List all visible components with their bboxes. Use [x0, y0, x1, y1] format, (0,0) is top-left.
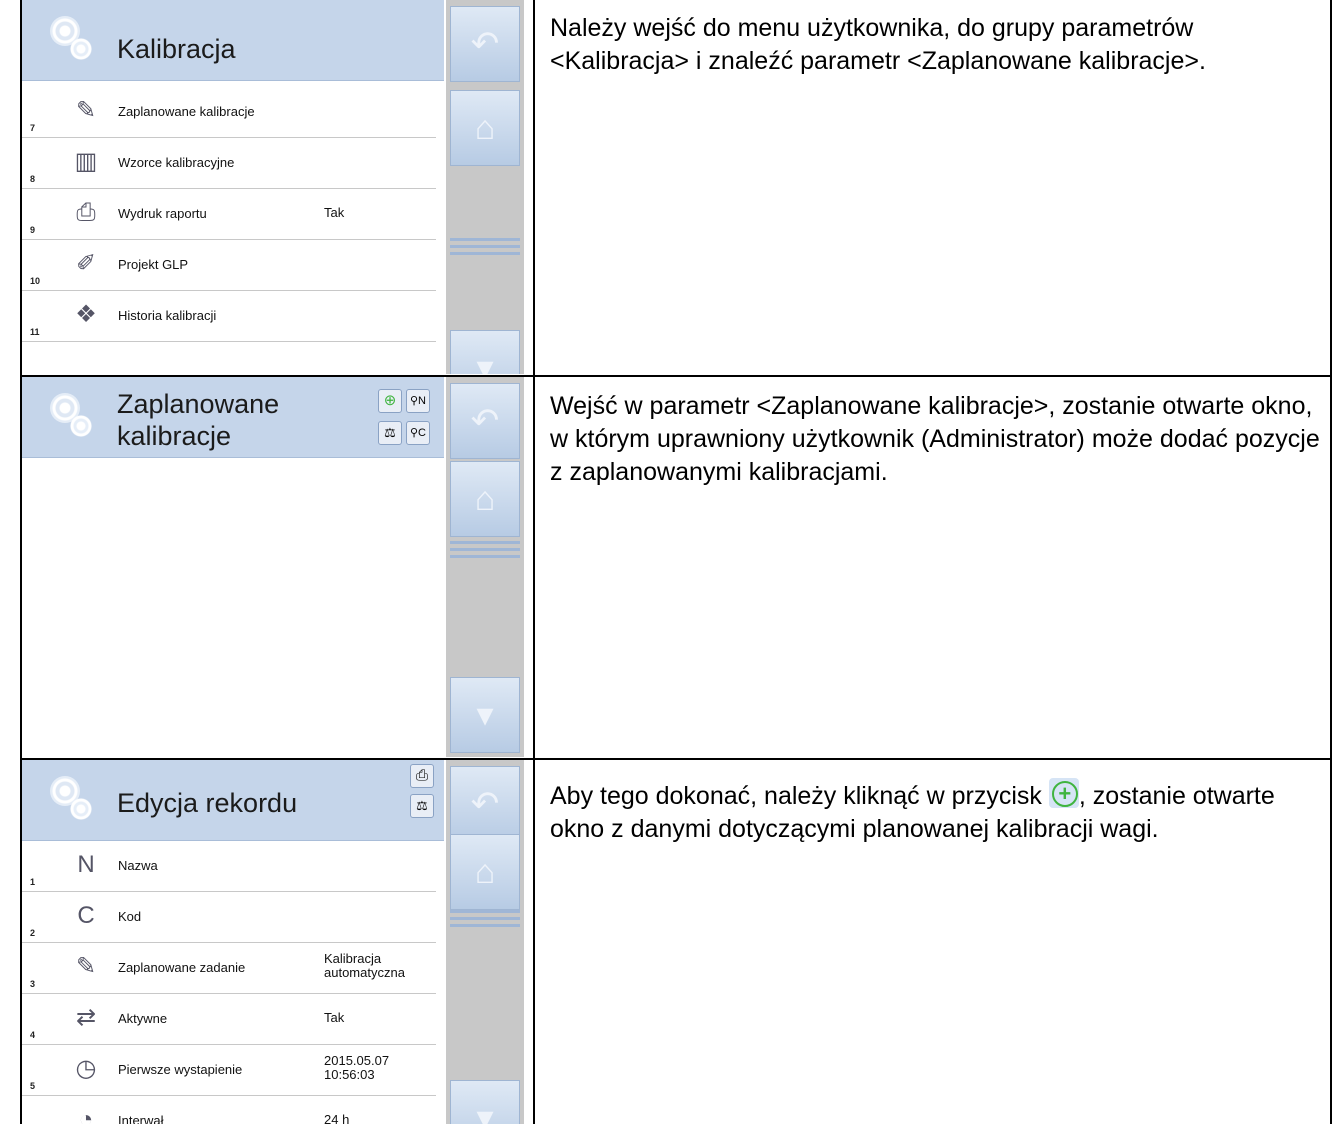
active-icon: ⇄: [75, 1004, 97, 1031]
search-name-icon[interactable]: ⚲N: [406, 389, 430, 413]
row-number: 8: [30, 174, 36, 184]
name-icon: N: [77, 851, 95, 878]
description-text: Aby tego dokonać, należy kliknąć w przyc…: [550, 778, 1320, 846]
scroll-down-button[interactable]: ▾: [450, 677, 520, 753]
side-scroll-panel: ↶ ⌂ ▾: [446, 0, 524, 374]
row-label: Historia kalibracji: [118, 308, 217, 323]
row-value: 24 h: [324, 1112, 350, 1124]
calendar-clock-icon: ◷: [75, 1055, 97, 1082]
search-code-icon[interactable]: ⚲C: [406, 421, 430, 445]
row-value: Tak: [324, 205, 345, 220]
row-label: Kod: [118, 909, 142, 924]
history-icon: ❖: [75, 301, 97, 328]
scroll-down-button[interactable]: ▾: [450, 330, 520, 374]
scrollbar-handle[interactable]: [450, 537, 520, 563]
row-label: Nazwa: [118, 858, 158, 873]
row-number: 5: [30, 1081, 36, 1091]
screen-header: Edycja rekordu ⎙ ⚖: [22, 760, 444, 841]
row-number: 4: [30, 1030, 36, 1040]
description-text: Należy wejść do menu użytkownika, do gru…: [550, 14, 1206, 75]
add-icon: +: [1048, 778, 1079, 808]
home-button[interactable]: ⌂: [450, 834, 520, 910]
home-button[interactable]: ⌂: [450, 461, 520, 537]
print-icon[interactable]: ⎙: [410, 764, 434, 788]
side-scroll-panel: ↶ ⌂ ▾: [446, 377, 524, 757]
scroll-down-button[interactable]: ▾: [450, 1080, 520, 1124]
row-label: Projekt GLP: [118, 257, 189, 272]
add-icon[interactable]: ⊕: [378, 389, 402, 413]
list-item[interactable]: 11 ❖ Historia kalibracji: [22, 290, 436, 342]
description-text-before: Aby tego dokonać, należy kliknąć w przyc…: [550, 782, 1049, 810]
list-item[interactable]: 2 C Kod: [22, 891, 436, 943]
weights-export-icon[interactable]: ⚖: [378, 421, 402, 445]
gear-icon: [70, 415, 92, 437]
row-label: Wydruk raportu: [118, 206, 207, 221]
chevron-down-icon: ▾: [476, 349, 494, 374]
back-button[interactable]: ↶: [450, 6, 520, 82]
list-item[interactable]: 3 ✎ Zaplanowane zadanie Kalibracja automaty…: [22, 942, 436, 994]
list-item[interactable]: 1 N Nazwa: [22, 840, 436, 892]
back-icon: ↶: [470, 25, 500, 63]
printer-pen-icon: ✐: [75, 250, 97, 277]
row-number: 2: [30, 928, 36, 938]
home-icon: ⌂: [474, 109, 496, 147]
screen-title-line2: kalibracje: [117, 421, 232, 451]
row-value: 2015.05.07 10:56:03: [324, 1053, 390, 1082]
list-item[interactable]: 7 ✎ Zaplanowane kalibracje: [22, 86, 436, 138]
chevron-down-icon: ▾: [476, 1099, 494, 1124]
list-item[interactable]: 9 ⎙ Wydruk raportu Tak: [22, 188, 436, 240]
row-number: 10: [30, 276, 41, 286]
side-scroll-panel: ↶ ⌂ ▾: [446, 760, 524, 1124]
row-label: Zaplanowane kalibracje: [118, 104, 255, 119]
screen-edycja-rekordu: Edycja rekordu ⎙ ⚖ 1 N Nazwa 2 C Kod 3 ✎ Zaplano…: [22, 760, 532, 1124]
row-label: Zaplanowane zadanie: [118, 960, 246, 975]
home-icon: ⌂: [474, 480, 496, 518]
clock-icon: ◔: [78, 1106, 94, 1124]
row-label: Aktywne: [118, 1011, 168, 1026]
back-button[interactable]: ↶: [450, 766, 520, 842]
list-item[interactable]: 6◔Interwał24 h: [22, 1095, 436, 1124]
row-number: 9: [30, 225, 36, 235]
screen-kalibracja: Kalibracja 7 ✎ Zaplanowane kalibracje 8 ▥ Wzo…: [22, 0, 532, 374]
list-item[interactable]: 8 ▥ Wzorce kalibracyjne: [22, 137, 436, 189]
weights-export-icon[interactable]: ⚖: [410, 794, 434, 818]
home-button[interactable]: ⌂: [450, 90, 520, 166]
screen-header: Kalibracja: [22, 0, 444, 81]
printer-icon: ⎙: [76, 199, 96, 226]
list-item[interactable]: 5 ◷ Pierwsze wystapienie 2015.05.07 10:56:0…: [22, 1044, 436, 1096]
screen-title: Edycja rekordu: [117, 788, 298, 818]
gear-icon: [70, 798, 92, 820]
scrollbar-handle[interactable]: [450, 234, 520, 260]
calendar-pen-icon: ✎: [75, 97, 97, 124]
row-value: Kalibracja automatyczna: [324, 951, 405, 980]
row-value: Tak: [324, 1010, 345, 1025]
back-icon: ↶: [470, 785, 500, 823]
row-number: 3: [30, 979, 36, 989]
row-label: Interwał: [118, 1113, 164, 1124]
back-icon: ↶: [470, 402, 500, 440]
row-number: 1: [30, 877, 36, 887]
calendar-pen-icon: ✎: [75, 953, 97, 980]
chevron-down-icon: ▾: [476, 696, 494, 734]
screen-title: Kalibracja: [117, 34, 236, 64]
list-item[interactable]: 10 ✐ Projekt GLP: [22, 239, 436, 291]
row-label: Pierwsze wystapienie: [118, 1062, 243, 1077]
weights-icon: ▥: [74, 148, 98, 175]
screen-title-line1: Zaplanowane: [117, 389, 280, 419]
table-border-middle: [533, 0, 535, 1124]
code-icon: C: [77, 902, 95, 929]
scrollbar-handle[interactable]: [450, 906, 520, 932]
list-item[interactable]: 4 ⇄ Aktywne Tak: [22, 993, 436, 1045]
row-label: Wzorce kalibracyjne: [118, 155, 235, 170]
gear-icon: [70, 38, 92, 60]
home-icon: ⌂: [474, 853, 496, 891]
description-text: Wejść w parametr <Zaplanowane kalibracje…: [550, 392, 1320, 486]
screen-zaplanowane-kalibracje: Zaplanowane kalibracje ⊕ ⚲N ⚖ ⚲C ↶ ⌂ ▾: [22, 377, 532, 757]
row-number: 7: [30, 123, 36, 133]
row-number: 11: [30, 327, 40, 337]
back-button[interactable]: ↶: [450, 383, 520, 459]
screen-header: Zaplanowane kalibracje ⊕ ⚲N ⚖ ⚲C: [22, 377, 444, 458]
